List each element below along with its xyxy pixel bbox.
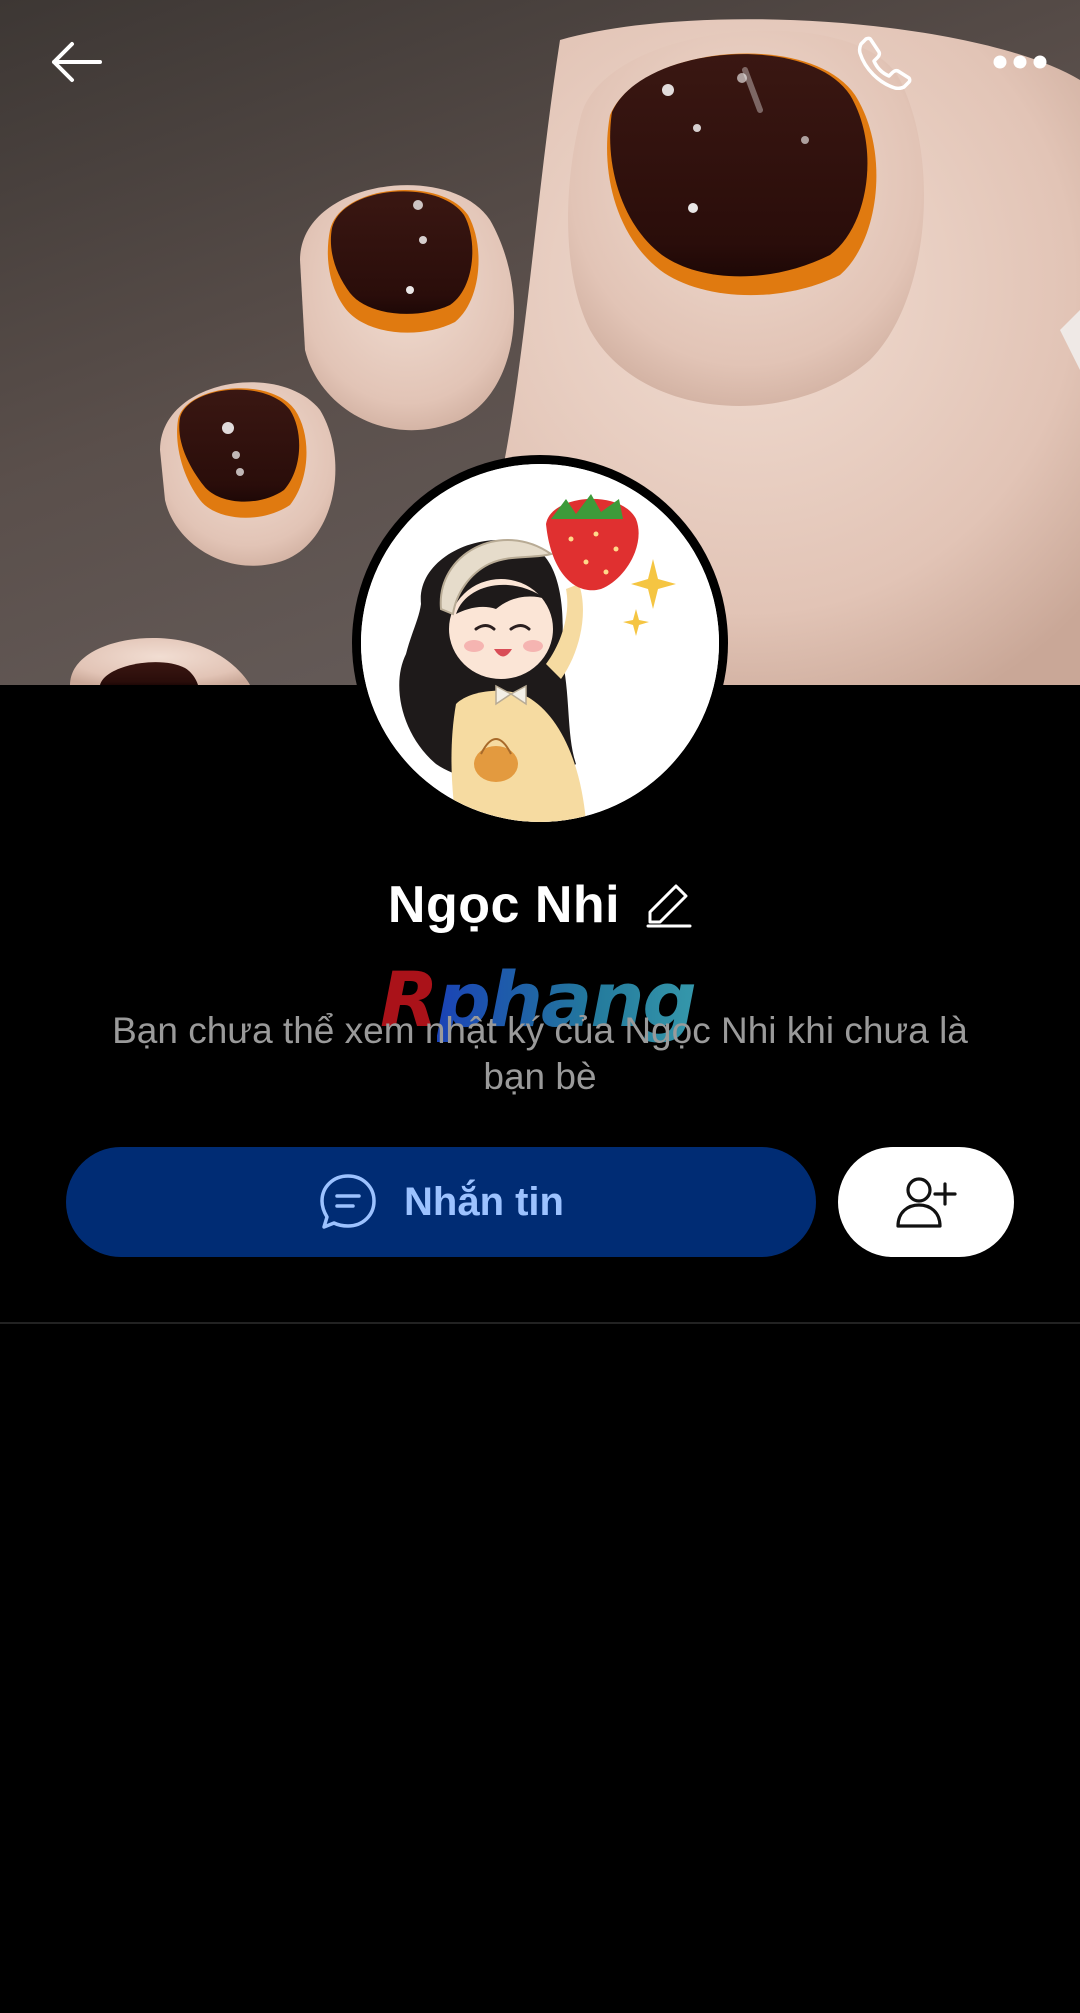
profile-avatar[interactable] xyxy=(352,455,728,831)
section-divider xyxy=(0,1322,1080,1324)
arrow-left-icon xyxy=(52,42,102,82)
more-options-button[interactable] xyxy=(975,22,1065,102)
profile-name-row: Ngọc Nhi xyxy=(0,868,1080,942)
phone-icon xyxy=(857,36,912,90)
pencil-icon[interactable] xyxy=(646,882,692,928)
profile-name: Ngọc Nhi xyxy=(387,876,621,934)
call-button[interactable] xyxy=(840,22,930,102)
avatar-illustration xyxy=(361,464,719,822)
chat-bubble-icon xyxy=(318,1172,378,1232)
more-horizontal-icon xyxy=(993,55,1047,69)
message-button-label: Nhắn tin xyxy=(404,1179,564,1224)
back-button[interactable] xyxy=(36,22,116,102)
user-plus-icon xyxy=(896,1177,957,1228)
add-friend-button[interactable] xyxy=(838,1147,1014,1257)
privacy-notice: Bạn chưa thể xem nhật ký của Ngọc Nhi kh… xyxy=(112,1010,968,1097)
message-button[interactable]: Nhắn tin xyxy=(66,1147,816,1257)
